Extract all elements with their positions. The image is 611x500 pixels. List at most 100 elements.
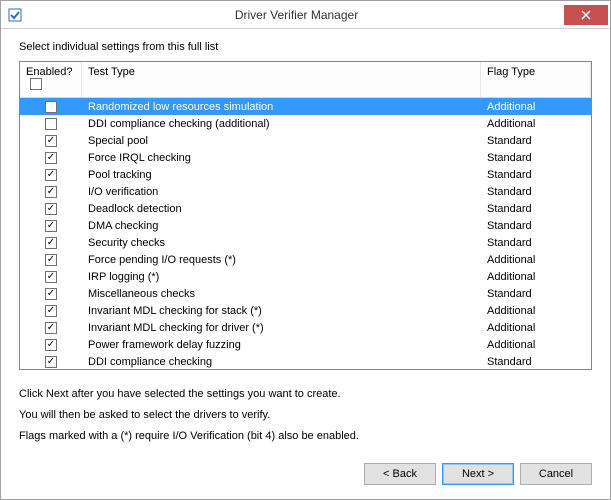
row-flag-type: Standard: [481, 356, 591, 368]
row-flag-type: Additional: [481, 271, 591, 283]
content-area: Select individual settings from this ful…: [1, 29, 610, 455]
row-checkbox[interactable]: ✓: [45, 305, 57, 317]
next-button[interactable]: Next >: [442, 463, 514, 485]
table-row[interactable]: ✓ DMA checkingStandard: [20, 217, 591, 234]
row-test-type: Miscellaneous checks: [82, 288, 481, 300]
row-checkbox-cell[interactable]: ✓: [20, 220, 82, 232]
col-enabled-label: Enabled?: [26, 66, 73, 78]
row-flag-type: Additional: [481, 254, 591, 266]
row-flag-type: Additional: [481, 118, 591, 130]
table-row[interactable]: ✓ Security checksStandard: [20, 234, 591, 251]
row-checkbox[interactable]: ✓: [45, 288, 57, 300]
row-checkbox-cell[interactable]: ✓: [20, 169, 82, 181]
table-row[interactable]: ✓ Force IRQL checkingStandard: [20, 149, 591, 166]
table-row[interactable]: DDI compliance checking (additional)Addi…: [20, 115, 591, 132]
row-test-type: Special pool: [82, 135, 481, 147]
table-row[interactable]: ✓ Invariant MDL checking for driver (*)Ad…: [20, 319, 591, 336]
row-test-type: DDI compliance checking: [82, 356, 481, 368]
row-checkbox[interactable]: ✓: [45, 237, 57, 249]
table-row[interactable]: ✓ Invariant MDL checking for stack (*)Add…: [20, 302, 591, 319]
row-test-type: DDI compliance checking (additional): [82, 118, 481, 130]
note-line-1: Click Next after you have selected the s…: [19, 384, 592, 405]
row-checkbox-cell[interactable]: ✓: [20, 135, 82, 147]
titlebar: Driver Verifier Manager: [1, 1, 610, 29]
row-test-type: IRP logging (*): [82, 271, 481, 283]
row-checkbox[interactable]: ✓: [45, 254, 57, 266]
row-checkbox[interactable]: ✓: [45, 356, 57, 368]
header-checkbox[interactable]: [30, 78, 42, 90]
cancel-button[interactable]: Cancel: [520, 463, 592, 485]
row-checkbox[interactable]: ✓: [45, 186, 57, 198]
row-checkbox[interactable]: ✓: [45, 135, 57, 147]
row-checkbox[interactable]: ✓: [45, 152, 57, 164]
row-flag-type: Additional: [481, 322, 591, 334]
row-flag-type: Standard: [481, 135, 591, 147]
note-line-2: You will then be asked to select the dri…: [19, 405, 592, 426]
row-checkbox-cell[interactable]: ✓: [20, 237, 82, 249]
notes: Click Next after you have selected the s…: [19, 384, 592, 447]
row-checkbox-cell[interactable]: ✓: [20, 152, 82, 164]
row-test-type: Power framework delay fuzzing: [82, 339, 481, 351]
row-checkbox-cell[interactable]: ✓: [20, 322, 82, 334]
row-test-type: Randomized low resources simulation: [82, 101, 481, 113]
settings-list[interactable]: Enabled? Test Type Flag Type Randomized …: [19, 61, 592, 370]
col-enabled[interactable]: Enabled?: [20, 62, 82, 97]
list-rows: Randomized low resources simulationAddit…: [20, 98, 591, 370]
row-checkbox[interactable]: [45, 101, 57, 113]
row-checkbox-cell[interactable]: ✓: [20, 271, 82, 283]
table-row[interactable]: ✓ IRP logging (*)Additional: [20, 268, 591, 285]
row-checkbox-cell[interactable]: ✓: [20, 203, 82, 215]
row-checkbox[interactable]: ✓: [45, 220, 57, 232]
row-flag-type: Standard: [481, 220, 591, 232]
row-flag-type: Standard: [481, 152, 591, 164]
row-checkbox-cell[interactable]: ✓: [20, 356, 82, 368]
app-icon: [1, 8, 29, 22]
row-test-type: DMA checking: [82, 220, 481, 232]
row-test-type: Force IRQL checking: [82, 152, 481, 164]
row-checkbox-cell[interactable]: ✓: [20, 288, 82, 300]
row-flag-type: Standard: [481, 237, 591, 249]
button-bar: < Back Next > Cancel: [1, 455, 610, 499]
row-checkbox[interactable]: ✓: [45, 169, 57, 181]
row-checkbox[interactable]: ✓: [45, 339, 57, 351]
row-flag-type: Additional: [481, 339, 591, 351]
row-checkbox-cell[interactable]: [20, 101, 82, 113]
row-test-type: Pool tracking: [82, 169, 481, 181]
table-row[interactable]: ✓ Miscellaneous checksStandard: [20, 285, 591, 302]
row-checkbox-cell[interactable]: [20, 118, 82, 130]
col-flag[interactable]: Flag Type: [481, 62, 591, 97]
close-button[interactable]: [564, 5, 608, 25]
row-flag-type: Standard: [481, 288, 591, 300]
col-test[interactable]: Test Type: [82, 62, 481, 97]
row-test-type: Invariant MDL checking for driver (*): [82, 322, 481, 334]
table-row[interactable]: ✓ Power framework delay fuzzingAdditional: [20, 336, 591, 353]
row-checkbox-cell[interactable]: ✓: [20, 186, 82, 198]
row-flag-type: Standard: [481, 186, 591, 198]
row-flag-type: Standard: [481, 203, 591, 215]
row-checkbox[interactable]: [45, 118, 57, 130]
list-header: Enabled? Test Type Flag Type: [20, 62, 591, 98]
table-row[interactable]: ✓ DDI compliance checkingStandard: [20, 353, 591, 370]
table-row[interactable]: ✓ I/O verificationStandard: [20, 183, 591, 200]
table-row[interactable]: ✓ Force pending I/O requests (*)Additiona…: [20, 251, 591, 268]
row-test-type: Invariant MDL checking for stack (*): [82, 305, 481, 317]
table-row[interactable]: ✓Pool trackingStandard: [20, 166, 591, 183]
row-test-type: I/O verification: [82, 186, 481, 198]
note-line-3: Flags marked with a (*) require I/O Veri…: [19, 426, 592, 447]
row-checkbox[interactable]: ✓: [45, 203, 57, 215]
row-checkbox-cell[interactable]: ✓: [20, 254, 82, 266]
back-button[interactable]: < Back: [364, 463, 436, 485]
window-title: Driver Verifier Manager: [29, 8, 564, 22]
close-icon: [581, 10, 591, 20]
row-checkbox[interactable]: ✓: [45, 271, 57, 283]
row-flag-type: Additional: [481, 305, 591, 317]
row-test-type: Force pending I/O requests (*): [82, 254, 481, 266]
table-row[interactable]: Randomized low resources simulationAddit…: [20, 98, 591, 115]
row-checkbox[interactable]: ✓: [45, 322, 57, 334]
window: Driver Verifier Manager Select individua…: [0, 0, 611, 500]
row-test-type: Security checks: [82, 237, 481, 249]
table-row[interactable]: ✓Deadlock detectionStandard: [20, 200, 591, 217]
table-row[interactable]: ✓ Special poolStandard: [20, 132, 591, 149]
row-checkbox-cell[interactable]: ✓: [20, 339, 82, 351]
row-checkbox-cell[interactable]: ✓: [20, 305, 82, 317]
